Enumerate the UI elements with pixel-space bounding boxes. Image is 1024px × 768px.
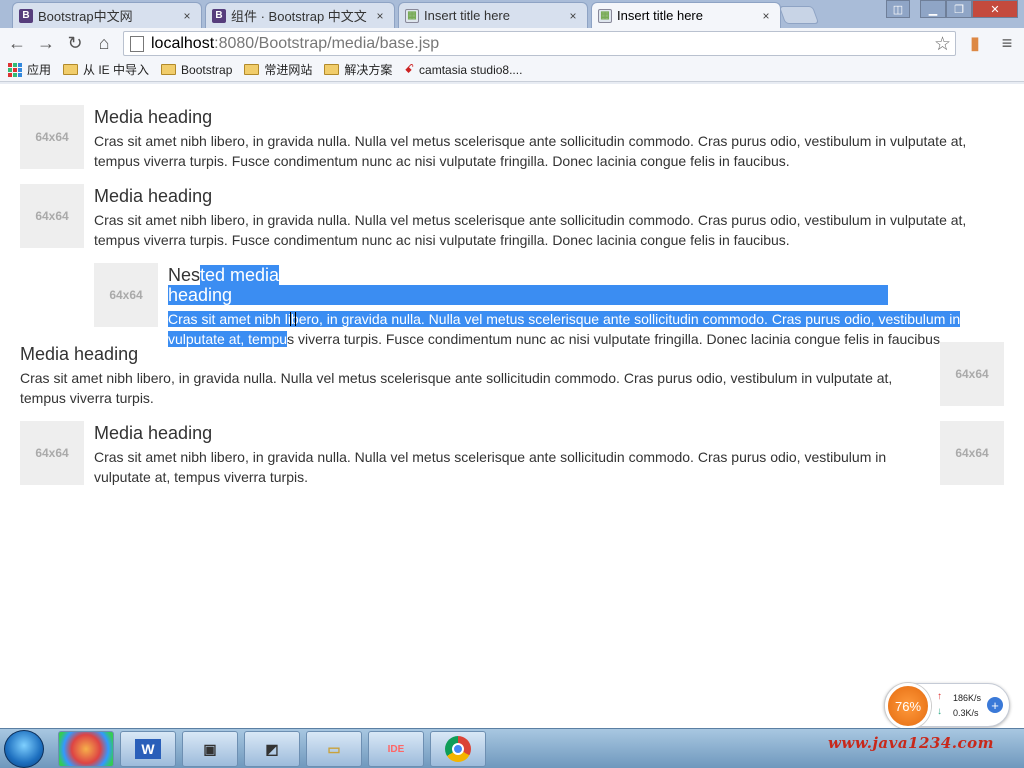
maximize-icon[interactable]: ❐ <box>946 0 972 18</box>
media-heading: Media heading <box>20 344 139 364</box>
bookmark-label: 常进网站 <box>264 63 313 77</box>
bookmark-ie-import[interactable]: 从 IE 中导入 <box>63 61 149 78</box>
bootstrap-favicon-icon: B <box>212 8 226 23</box>
download-arrow-icon: ↓ <box>937 706 942 717</box>
media-thumbnail: 64x64 <box>940 342 1004 406</box>
apps-icon <box>8 62 22 77</box>
tab-title: 组件 · Bootstrap 中文文 <box>231 9 367 24</box>
bookmark-label: 解决方案 <box>344 63 393 77</box>
taskbar-app-icon[interactable]: ◩ <box>244 731 300 767</box>
media-thumbnail: 64x64 <box>20 421 84 485</box>
media-thumbnail: 64x64 <box>20 105 84 169</box>
start-button[interactable] <box>4 730 44 768</box>
browser-chrome: B Bootstrap中文网 × B 组件 · Bootstrap 中文文 × … <box>0 0 1024 84</box>
tab-insert-title-1[interactable]: ▦ Insert title here × <box>398 2 588 28</box>
bookmark-solutions[interactable]: 解决方案 <box>324 61 392 78</box>
close-tab-icon[interactable]: × <box>758 9 774 23</box>
close-tab-icon[interactable]: × <box>565 9 581 23</box>
media-object-both: 64x64 Media heading Cras sit amet nibh l… <box>20 421 1004 487</box>
taskbar-chrome-icon[interactable] <box>430 731 486 767</box>
taskbar-wps-icon[interactable]: W <box>120 731 176 767</box>
cpu-gauge: 76% <box>885 683 931 729</box>
media-thumbnail: 64x64 <box>940 421 1004 485</box>
media-text: Cras sit amet nibh libero, in gravida nu… <box>94 449 887 485</box>
add-icon[interactable]: + <box>987 697 1003 713</box>
forward-icon[interactable]: → <box>35 32 57 54</box>
taskbar-explorer-icon[interactable]: ▭ <box>306 731 362 767</box>
nested-media-heading: Nested media heading <box>168 265 1004 305</box>
reload-icon[interactable]: ↻ <box>64 32 86 54</box>
tab-strip: B Bootstrap中文网 × B 组件 · Bootstrap 中文文 × … <box>0 0 1024 28</box>
user-icon[interactable]: ◫ <box>886 0 910 18</box>
close-tab-icon[interactable]: × <box>179 9 195 23</box>
extension-icon[interactable]: ▮ <box>964 32 986 54</box>
tab-title: Bootstrap中文网 <box>38 9 133 24</box>
watermark: www.java1234.com <box>828 734 995 752</box>
bookmarks-bar: 应用 从 IE 中导入 Bootstrap 常进网站 解决方案 ꗃ camtasi… <box>0 58 1024 82</box>
address-bar[interactable]: localhost :8080/Bootstrap/media/base.jsp… <box>123 31 956 56</box>
page-icon <box>130 35 144 52</box>
nested-media-object: 64x64 Nested media heading Cras sit amet… <box>94 263 1004 349</box>
media-body: Media heading Cras sit amet nibh libero,… <box>20 342 920 408</box>
tab-title: Insert title here <box>424 8 510 23</box>
taskbar-app-icon[interactable]: ▣ <box>182 731 238 767</box>
bookmark-label: 应用 <box>27 63 52 77</box>
taskbar-javaee-ide-icon[interactable]: IDE <box>368 731 424 767</box>
media-body: Nested media heading Cras sit amet nibh … <box>168 263 1004 349</box>
upload-arrow-icon: ↑ <box>937 691 942 702</box>
text-cursor-icon <box>290 312 296 326</box>
media-thumbnail: 64x64 <box>94 263 158 327</box>
media-body: Media heading Cras sit amet nibh libero,… <box>94 105 1004 171</box>
camtasia-icon: ꗃ <box>404 62 415 76</box>
home-icon[interactable]: ⌂ <box>93 32 115 54</box>
url-path: :8080/Bootstrap/media/base.jsp <box>214 34 440 52</box>
upload-speed: 186K/s <box>953 693 982 703</box>
toolbar: ← → ↻ ⌂ localhost :8080/Bootstrap/media/… <box>0 28 1024 58</box>
page-content: 64x64 Media heading Cras sit amet nibh l… <box>0 84 1024 728</box>
media-text: Cras sit amet nibh libero, in gravida nu… <box>94 212 967 248</box>
media-object-right: Media heading Cras sit amet nibh libero,… <box>20 342 1004 408</box>
tab-components[interactable]: B 组件 · Bootstrap 中文文 × <box>205 2 395 28</box>
tab-insert-title-2[interactable]: ▦ Insert title here × <box>591 2 781 28</box>
image-favicon-icon: ▦ <box>405 8 419 23</box>
network-monitor-widget[interactable]: 76% ↑ 186K/s ↓ 0.3K/s + <box>884 683 1010 729</box>
download-speed: 0.3K/s <box>953 708 979 718</box>
menu-icon[interactable]: ≡ <box>996 32 1018 54</box>
media-object: 64x64 Media heading Cras sit amet nibh l… <box>20 184 1004 250</box>
media-heading: Media heading <box>94 423 213 443</box>
bootstrap-favicon-icon: B <box>19 8 33 23</box>
minimize-icon[interactable]: ▁ <box>920 0 946 18</box>
taskbar-app-color-icon[interactable] <box>58 731 114 767</box>
media-text: Cras sit amet nibh libero, in gravida nu… <box>20 370 893 406</box>
tab-title: Insert title here <box>617 8 703 23</box>
media-heading: Media heading <box>94 186 213 206</box>
media-body: Media heading Cras sit amet nibh libero,… <box>94 421 920 487</box>
new-tab-button[interactable] <box>778 6 820 24</box>
bookmark-apps[interactable]: 应用 <box>0 61 51 78</box>
media-object: 64x64 Media heading Cras sit amet nibh l… <box>20 105 1004 171</box>
tab-bootstrap-cn[interactable]: B Bootstrap中文网 × <box>12 2 202 28</box>
media-heading: Media heading <box>94 107 213 127</box>
heading-unselected: Nes <box>168 265 201 285</box>
bookmark-common-sites[interactable]: 常进网站 <box>244 61 312 78</box>
url-host: localhost <box>151 34 215 52</box>
media-body: Media heading Cras sit amet nibh libero,… <box>94 184 1004 250</box>
folder-icon <box>244 64 260 75</box>
heading-selected: ted media heading <box>168 265 889 305</box>
close-tab-icon[interactable]: × <box>372 9 388 23</box>
bookmark-label: 从 IE 中导入 <box>83 63 150 77</box>
folder-icon <box>63 64 79 75</box>
image-favicon-icon: ▦ <box>598 8 612 23</box>
bookmark-star-icon[interactable]: ☆ <box>934 33 951 56</box>
back-icon[interactable]: ← <box>6 32 28 54</box>
folder-icon <box>324 64 340 75</box>
folder-icon <box>161 64 177 75</box>
media-text: Cras sit amet nibh libero, in gravida nu… <box>94 133 967 169</box>
close-window-icon[interactable]: ✕ <box>972 0 1018 18</box>
bookmark-label: Bootstrap <box>181 62 233 77</box>
bookmark-bootstrap[interactable]: Bootstrap <box>161 63 232 77</box>
media-thumbnail: 64x64 <box>20 184 84 248</box>
bookmark-camtasia[interactable]: ꗃ camtasia studio8.... <box>404 62 522 77</box>
bookmark-label: camtasia studio8.... <box>419 62 523 77</box>
